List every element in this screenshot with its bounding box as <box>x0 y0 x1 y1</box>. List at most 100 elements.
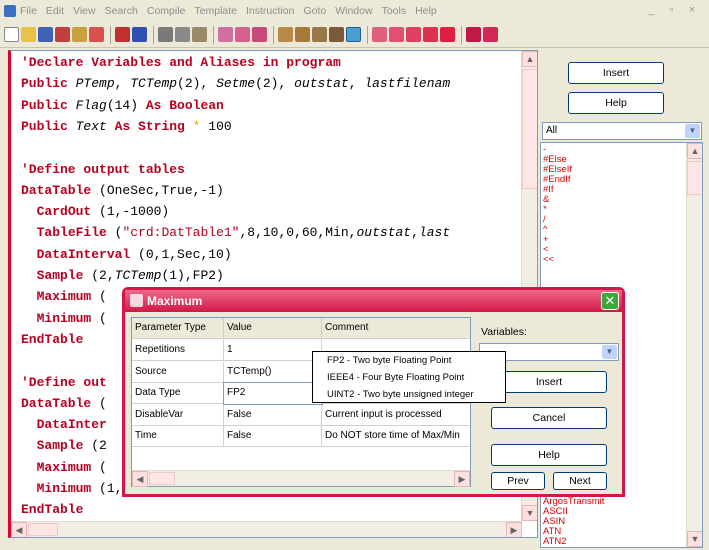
new-file-icon[interactable] <box>4 27 19 42</box>
instruction-list-item[interactable]: * <box>541 205 702 215</box>
instruction-list-item[interactable]: / <box>541 215 702 225</box>
code-token: CardOut <box>36 204 92 220</box>
bookmark-toggle-icon[interactable] <box>440 27 455 42</box>
paste-icon[interactable] <box>192 27 207 42</box>
menu-compile[interactable]: Compile <box>147 5 186 17</box>
instruction-list-item[interactable]: #If <box>541 185 702 195</box>
grid-cell-value[interactable]: 1 <box>224 340 322 361</box>
menu-file[interactable]: File <box>20 5 37 17</box>
scroll-thumb[interactable] <box>522 69 537 189</box>
undo-icon[interactable] <box>115 27 130 42</box>
menu-goto[interactable]: Goto <box>303 5 326 17</box>
cancel-button[interactable]: Cancel <box>491 407 607 429</box>
instruction-list-item[interactable]: ATN2 <box>541 537 604 547</box>
grid-cell-value[interactable]: False <box>224 426 322 447</box>
code-token: 100 <box>200 118 232 134</box>
code-token: lastfilenam <box>364 76 451 92</box>
datatype-option-fp2[interactable]: FP2 - Two byte Floating Point <box>313 353 505 369</box>
list-vertical-scrollbar[interactable]: ▲ ▼ <box>686 143 702 547</box>
print-preview-icon[interactable] <box>89 27 104 42</box>
grid-horizontal-scrollbar[interactable]: ◀ ▶ <box>132 470 470 487</box>
instruction-list-item[interactable]: & <box>541 195 702 205</box>
scroll-thumb[interactable] <box>149 472 175 485</box>
cut-icon[interactable] <box>158 27 173 42</box>
scroll-right-icon[interactable]: ▶ <box>454 471 470 487</box>
prev-button[interactable]: Prev <box>491 472 545 490</box>
scroll-down-icon[interactable]: ▼ <box>687 531 702 547</box>
table-icon[interactable] <box>329 27 344 42</box>
arrow-right-icon[interactable] <box>483 27 498 42</box>
datatype-option-uint2[interactable]: UINT2 - Two byte unsigned integer <box>313 387 505 403</box>
instruction-list-item[interactable]: < <box>541 245 702 255</box>
toolbar-separator <box>273 25 274 44</box>
copy-icon[interactable] <box>175 27 190 42</box>
dialog-titlebar[interactable]: Maximum <box>125 290 622 312</box>
code-line: Maximum ( <box>21 289 107 304</box>
help-button[interactable]: Help <box>568 92 664 114</box>
scroll-thumb[interactable] <box>687 161 702 195</box>
editor-horizontal-scrollbar[interactable]: ◀ ▶ <box>11 521 522 537</box>
grid-cell-value[interactable]: FP2 <box>223 382 323 405</box>
insert-button[interactable]: Insert <box>491 371 607 393</box>
send-icon[interactable] <box>312 27 327 42</box>
arrow-left-icon[interactable] <box>466 27 481 42</box>
scroll-left-icon[interactable]: ◀ <box>132 471 148 487</box>
scroll-left-icon[interactable]: ◀ <box>11 522 27 537</box>
table-row[interactable]: DisableVar False Current input is processe… <box>132 404 470 426</box>
code-token: Maximum <box>36 459 92 475</box>
chevron-down-icon[interactable]: ▼ <box>602 345 617 359</box>
datatype-option-ieee4[interactable]: IEEE4 - Four Byte Floating Point <box>313 370 505 386</box>
close-icon[interactable]: ✕ <box>601 292 619 310</box>
window-controls[interactable]: _ ▫ × <box>648 4 701 16</box>
instruction-list-item[interactable]: + <box>541 235 702 245</box>
save-all-icon[interactable] <box>55 27 70 42</box>
bookmark-next-icon[interactable] <box>389 27 404 42</box>
chevron-down-icon[interactable]: ▼ <box>685 124 700 138</box>
scroll-up-icon[interactable]: ▲ <box>522 51 537 67</box>
save-icon[interactable] <box>38 27 53 42</box>
redo-icon[interactable] <box>132 27 147 42</box>
grid-cell-value[interactable]: TCTemp() <box>224 361 322 383</box>
datatype-dropdown-list[interactable]: FP2 - Two byte Floating Point IEEE4 - Fo… <box>312 351 506 403</box>
open-file-icon[interactable] <box>21 27 36 42</box>
scroll-up-icon[interactable]: ▲ <box>687 143 702 159</box>
menu-template[interactable]: Template <box>194 5 237 17</box>
code-token: (0,1,Sec,10) <box>130 246 232 262</box>
bookmark-icon[interactable] <box>372 27 387 42</box>
code-line: Minimum ( <box>21 311 107 326</box>
instruction-list-item[interactable]: << <box>541 255 702 265</box>
find-icon[interactable] <box>218 27 233 42</box>
menu-search[interactable]: Search <box>105 5 138 17</box>
compile-icon[interactable] <box>278 27 293 42</box>
help-button[interactable]: Help <box>491 444 607 466</box>
menu-help[interactable]: Help <box>415 5 437 17</box>
menu-edit[interactable]: Edit <box>46 5 64 17</box>
menu-view[interactable]: View <box>73 5 96 17</box>
replace-icon[interactable] <box>252 27 267 42</box>
menu-tools[interactable]: Tools <box>382 5 407 17</box>
instruction-list-item[interactable]: #EndIf <box>541 175 702 185</box>
scroll-right-icon[interactable]: ▶ <box>506 522 522 537</box>
bookmark-clear-icon[interactable] <box>423 27 438 42</box>
find-next-icon[interactable] <box>235 27 250 42</box>
grid-cell-value[interactable]: False <box>224 404 322 426</box>
code-line: EndTable <box>21 502 83 517</box>
code-token: Sample <box>36 268 84 283</box>
code-token: last <box>418 225 451 241</box>
next-button[interactable]: Next <box>553 472 607 490</box>
instruction-icon[interactable] <box>346 27 361 42</box>
menu-instruction[interactable]: Instruction <box>246 5 294 17</box>
compile-save-icon[interactable] <box>295 27 310 42</box>
print-icon[interactable] <box>72 27 87 42</box>
menu-window[interactable]: Window <box>335 5 372 17</box>
scroll-down-icon[interactable]: ▼ <box>522 505 537 521</box>
code-line: DataTable ( <box>21 396 107 411</box>
bookmark-prev-icon[interactable] <box>406 27 421 42</box>
table-row[interactable]: Time False Do NOT store time of Max/Min <box>132 426 470 447</box>
instruction-filter-select[interactable]: All ▼ <box>542 122 702 140</box>
instruction-list-item[interactable]: ^ <box>541 225 702 235</box>
insert-button[interactable]: Insert <box>568 62 664 84</box>
scroll-thumb[interactable] <box>28 523 58 536</box>
